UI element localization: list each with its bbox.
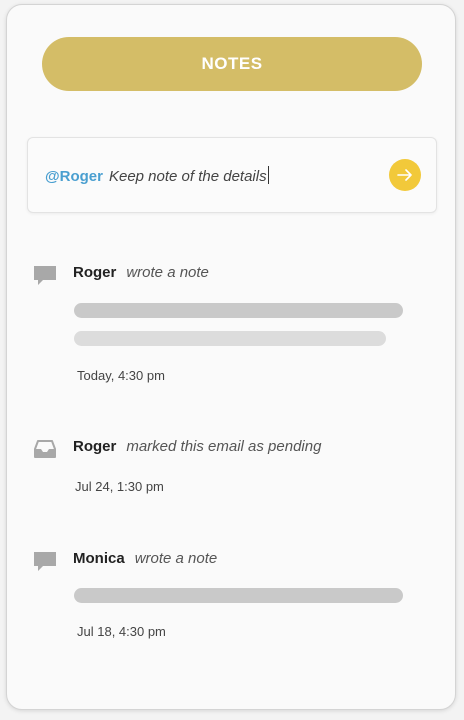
note-text: Keep note of the details [108,168,267,185]
activity-user: Roger [73,438,117,455]
activity-action: wrote a note [126,264,209,281]
arrow-right-icon [397,169,412,181]
activity-header: Roger marked this email as pending [73,437,321,457]
mention-tag: @Roger [45,168,103,185]
note-composer[interactable]: @Roger Keep note of the details [27,137,437,213]
note-placeholder-line [74,588,403,603]
activity-header: Roger wrote a note [73,263,209,283]
activity-timestamp: Jul 24, 1:30 pm [75,479,164,494]
note-placeholder-line [74,303,403,318]
activity-timestamp: Jul 18, 4:30 pm [77,624,166,639]
notes-panel: NOTES @Roger Keep note of the details Rog… [6,4,456,710]
activity-header: Monica wrote a note [73,549,217,569]
activity-user: Roger [73,264,117,281]
note-input[interactable]: @Roger Keep note of the details [45,166,269,185]
activity-user: Monica [73,550,125,567]
activity-action: marked this email as pending [126,438,322,455]
inbox-icon [34,440,56,458]
note-placeholder-line [74,331,386,346]
comment-icon [34,552,56,571]
text-caret [267,166,269,184]
activity-timestamp: Today, 4:30 pm [77,368,165,383]
notes-button[interactable]: NOTES [42,37,422,91]
comment-icon [34,266,56,285]
send-button[interactable] [389,159,421,191]
activity-action: wrote a note [134,550,218,567]
notes-button-label: NOTES [201,54,263,73]
